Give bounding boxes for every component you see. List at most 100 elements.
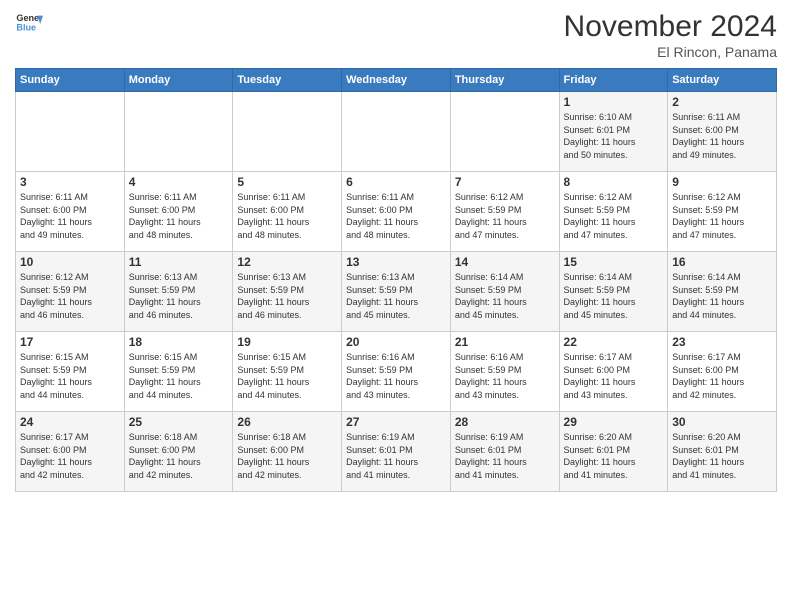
day-info: Sunrise: 6:14 AM Sunset: 5:59 PM Dayligh… (455, 271, 555, 321)
day-cell: 9 Sunrise: 6:12 AM Sunset: 5:59 PM Daylig… (668, 172, 777, 252)
col-header-friday: Friday (559, 69, 668, 92)
day-number: 14 (455, 255, 555, 269)
day-number: 8 (564, 175, 664, 189)
day-info: Sunrise: 6:11 AM Sunset: 6:00 PM Dayligh… (129, 191, 229, 241)
day-cell: 6Sunrise: 6:11 AM Sunset: 6:00 PM Daylig… (342, 172, 451, 252)
day-cell (124, 92, 233, 172)
week-row-1: 1Sunrise: 6:10 AM Sunset: 6:01 PM Daylig… (16, 92, 777, 172)
calendar-table: SundayMondayTuesdayWednesdayThursdayFrid… (15, 68, 777, 492)
day-cell: 23 Sunrise: 6:17 AM Sunset: 6:00 PM Dayli… (668, 332, 777, 412)
day-cell: 12 Sunrise: 6:13 AM Sunset: 5:59 PM Dayli… (233, 252, 342, 332)
day-info: Sunrise: 6:11 AM Sunset: 6:00 PM Dayligh… (346, 191, 446, 241)
day-number: 16 (672, 255, 772, 269)
day-number: 29 (564, 415, 664, 429)
day-number: 7 (455, 175, 555, 189)
day-info: Sunrise: 6:20 AM Sunset: 6:01 PM Dayligh… (564, 431, 664, 481)
day-cell: 26 Sunrise: 6:18 AM Sunset: 6:00 PM Dayli… (233, 412, 342, 492)
day-info: Sunrise: 6:12 AM Sunset: 5:59 PM Dayligh… (564, 191, 664, 241)
day-number: 18 (129, 335, 229, 349)
day-info: Sunrise: 6:17 AM Sunset: 6:00 PM Dayligh… (672, 351, 772, 401)
day-cell: 11Sunrise: 6:13 AM Sunset: 5:59 PM Dayli… (124, 252, 233, 332)
logo: General Blue (15, 10, 43, 38)
day-cell: 15Sunrise: 6:14 AM Sunset: 5:59 PM Dayli… (559, 252, 668, 332)
day-cell: 14 Sunrise: 6:14 AM Sunset: 5:59 PM Dayli… (450, 252, 559, 332)
day-cell: 10Sunrise: 6:12 AM Sunset: 5:59 PM Dayli… (16, 252, 125, 332)
day-info: Sunrise: 6:19 AM Sunset: 6:01 PM Dayligh… (346, 431, 446, 481)
day-info: Sunrise: 6:14 AM Sunset: 5:59 PM Dayligh… (564, 271, 664, 321)
day-info: Sunrise: 6:18 AM Sunset: 6:00 PM Dayligh… (237, 431, 337, 481)
svg-text:Blue: Blue (16, 22, 36, 32)
day-info: Sunrise: 6:11 AM Sunset: 6:00 PM Dayligh… (672, 111, 772, 161)
day-cell: 8 Sunrise: 6:12 AM Sunset: 5:59 PM Daylig… (559, 172, 668, 252)
day-info: Sunrise: 6:15 AM Sunset: 5:59 PM Dayligh… (129, 351, 229, 401)
day-cell: 4 Sunrise: 6:11 AM Sunset: 6:00 PM Daylig… (124, 172, 233, 252)
day-info: Sunrise: 6:19 AM Sunset: 6:01 PM Dayligh… (455, 431, 555, 481)
day-number: 21 (455, 335, 555, 349)
day-cell: 17 Sunrise: 6:15 AM Sunset: 5:59 PM Dayli… (16, 332, 125, 412)
day-number: 5 (237, 175, 337, 189)
day-info: Sunrise: 6:18 AM Sunset: 6:00 PM Dayligh… (129, 431, 229, 481)
day-info: Sunrise: 6:15 AM Sunset: 5:59 PM Dayligh… (237, 351, 337, 401)
day-number: 9 (672, 175, 772, 189)
day-info: Sunrise: 6:20 AM Sunset: 6:01 PM Dayligh… (672, 431, 772, 481)
day-cell: 20 Sunrise: 6:16 AM Sunset: 5:59 PM Dayli… (342, 332, 451, 412)
day-cell: 2 Sunrise: 6:11 AM Sunset: 6:00 PM Daylig… (668, 92, 777, 172)
day-number: 3 (20, 175, 120, 189)
day-info: Sunrise: 6:12 AM Sunset: 5:59 PM Dayligh… (455, 191, 555, 241)
day-cell: 29 Sunrise: 6:20 AM Sunset: 6:01 PM Dayli… (559, 412, 668, 492)
col-header-sunday: Sunday (16, 69, 125, 92)
day-number: 26 (237, 415, 337, 429)
day-info: Sunrise: 6:12 AM Sunset: 5:59 PM Dayligh… (672, 191, 772, 241)
day-info: Sunrise: 6:12 AM Sunset: 5:59 PM Dayligh… (20, 271, 120, 321)
day-number: 22 (564, 335, 664, 349)
day-info: Sunrise: 6:15 AM Sunset: 5:59 PM Dayligh… (20, 351, 120, 401)
day-cell: 16 Sunrise: 6:14 AM Sunset: 5:59 PM Dayli… (668, 252, 777, 332)
logo-icon: General Blue (15, 10, 43, 38)
day-number: 24 (20, 415, 120, 429)
day-cell: 7 Sunrise: 6:12 AM Sunset: 5:59 PM Daylig… (450, 172, 559, 252)
day-number: 19 (237, 335, 337, 349)
day-cell (16, 92, 125, 172)
day-number: 17 (20, 335, 120, 349)
day-cell (233, 92, 342, 172)
col-header-tuesday: Tuesday (233, 69, 342, 92)
title-block: November 2024 El Rincon, Panama (564, 10, 777, 60)
day-number: 13 (346, 255, 446, 269)
day-info: Sunrise: 6:17 AM Sunset: 6:00 PM Dayligh… (20, 431, 120, 481)
week-row-2: 3 Sunrise: 6:11 AM Sunset: 6:00 PM Daylig… (16, 172, 777, 252)
day-number: 2 (672, 95, 772, 109)
day-info: Sunrise: 6:16 AM Sunset: 5:59 PM Dayligh… (346, 351, 446, 401)
day-number: 12 (237, 255, 337, 269)
day-cell: 24 Sunrise: 6:17 AM Sunset: 6:00 PM Dayli… (16, 412, 125, 492)
day-info: Sunrise: 6:13 AM Sunset: 5:59 PM Dayligh… (346, 271, 446, 321)
day-info: Sunrise: 6:16 AM Sunset: 5:59 PM Dayligh… (455, 351, 555, 401)
day-number: 28 (455, 415, 555, 429)
day-number: 27 (346, 415, 446, 429)
day-number: 23 (672, 335, 772, 349)
day-cell: 1Sunrise: 6:10 AM Sunset: 6:01 PM Daylig… (559, 92, 668, 172)
day-info: Sunrise: 6:11 AM Sunset: 6:00 PM Dayligh… (237, 191, 337, 241)
day-cell (342, 92, 451, 172)
day-cell: 5 Sunrise: 6:11 AM Sunset: 6:00 PM Daylig… (233, 172, 342, 252)
col-header-wednesday: Wednesday (342, 69, 451, 92)
month-title: November 2024 (564, 10, 777, 44)
day-info: Sunrise: 6:14 AM Sunset: 5:59 PM Dayligh… (672, 271, 772, 321)
day-cell: 13 Sunrise: 6:13 AM Sunset: 5:59 PM Dayli… (342, 252, 451, 332)
day-number: 1 (564, 95, 664, 109)
day-cell: 3Sunrise: 6:11 AM Sunset: 6:00 PM Daylig… (16, 172, 125, 252)
day-cell: 28 Sunrise: 6:19 AM Sunset: 6:01 PM Dayli… (450, 412, 559, 492)
day-number: 25 (129, 415, 229, 429)
week-row-5: 24 Sunrise: 6:17 AM Sunset: 6:00 PM Dayli… (16, 412, 777, 492)
day-cell: 18 Sunrise: 6:15 AM Sunset: 5:59 PM Dayli… (124, 332, 233, 412)
day-number: 4 (129, 175, 229, 189)
day-cell: 21 Sunrise: 6:16 AM Sunset: 5:59 PM Dayli… (450, 332, 559, 412)
day-cell: 22 Sunrise: 6:17 AM Sunset: 6:00 PM Dayli… (559, 332, 668, 412)
week-row-3: 10Sunrise: 6:12 AM Sunset: 5:59 PM Dayli… (16, 252, 777, 332)
day-number: 30 (672, 415, 772, 429)
day-info: Sunrise: 6:13 AM Sunset: 5:59 PM Dayligh… (237, 271, 337, 321)
day-info: Sunrise: 6:17 AM Sunset: 6:00 PM Dayligh… (564, 351, 664, 401)
day-cell: 30 Sunrise: 6:20 AM Sunset: 6:01 PM Dayli… (668, 412, 777, 492)
day-number: 20 (346, 335, 446, 349)
col-header-thursday: Thursday (450, 69, 559, 92)
day-cell (450, 92, 559, 172)
